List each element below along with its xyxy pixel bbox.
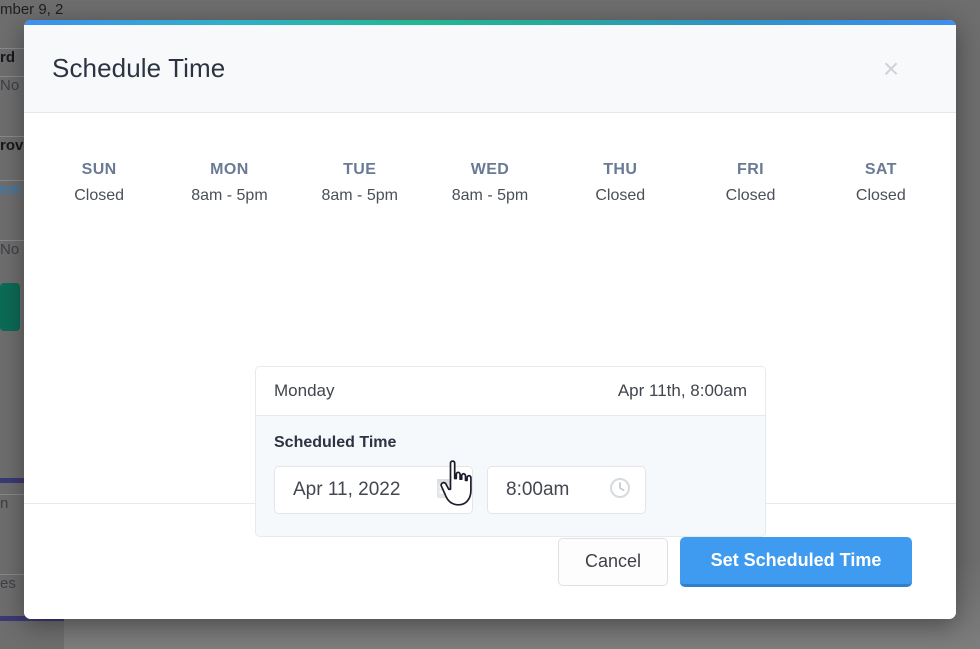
dialog-title: Schedule Time <box>52 53 226 83</box>
close-icon[interactable]: × <box>874 52 908 86</box>
day-column-thu: THU Closed <box>555 161 685 205</box>
schedule-time-dialog: Schedule Time × SUN Closed MON 8am - 5pm TUE… <box>24 20 956 619</box>
time-input[interactable]: 8:00am <box>487 466 646 514</box>
day-hours: 8am - 5pm <box>191 187 268 204</box>
date-input-value: Apr 11, 2022 <box>293 479 401 500</box>
scheduled-time-panel: Monday Apr 11th, 8:00am Scheduled Time A… <box>255 366 766 537</box>
day-name: THU <box>603 161 638 178</box>
date-time-field-row: Apr 11, 2022 8:00am <box>274 466 747 514</box>
day-hours: Closed <box>725 187 776 204</box>
day-hours: Closed <box>855 187 906 204</box>
day-column-fri: FRI Closed <box>685 161 815 205</box>
day-hours: Closed <box>595 187 646 204</box>
set-scheduled-time-button[interactable]: Set Scheduled Time <box>680 536 912 587</box>
page-root: mber 9, 2021 11:11 AM rdNorovemNones Sch… <box>0 0 980 649</box>
day-column-tue: TUE 8am - 5pm <box>295 161 425 205</box>
background-green-button[interactable] <box>0 283 20 331</box>
day-name: SUN <box>81 161 117 178</box>
scheduled-time-form: Scheduled Time Apr 11, 2022 8:00am <box>256 416 765 536</box>
clock-icon[interactable] <box>609 477 631 504</box>
scheduled-date-summary: Apr 11th, 8:00am <box>617 381 747 400</box>
day-hours: 8am - 5pm <box>321 187 398 204</box>
business-hours-week-strip: SUN Closed MON 8am - 5pm TUE 8am - 5pm WED 8am … <box>24 113 956 205</box>
background-timestamp: mber 9, 2021 11:11 AM <box>0 1 64 18</box>
day-name: FRI <box>737 161 765 178</box>
time-input-value: 8:00am <box>506 479 570 500</box>
scheduled-day-name: Monday <box>274 381 335 400</box>
day-name: TUE <box>343 161 377 178</box>
scheduled-time-summary-row: Monday Apr 11th, 8:00am <box>256 367 765 416</box>
cancel-button[interactable]: Cancel <box>558 537 668 586</box>
day-column-sat: SAT Closed <box>816 161 946 205</box>
day-hours: Closed <box>74 187 125 204</box>
scheduled-time-label: Scheduled Time <box>274 434 397 451</box>
dialog-header: Schedule Time × <box>24 25 956 113</box>
calendar-icon[interactable] <box>436 477 458 504</box>
day-column-wed: WED 8am - 5pm <box>425 161 555 205</box>
day-hours: 8am - 5pm <box>451 187 529 204</box>
day-name: MON <box>210 161 249 178</box>
day-name: SAT <box>864 161 897 178</box>
day-column-mon: MON 8am - 5pm <box>164 161 294 205</box>
day-name: WED <box>470 161 510 178</box>
date-input[interactable]: Apr 11, 2022 <box>274 466 473 514</box>
dialog-body: SUN Closed MON 8am - 5pm TUE 8am - 5pm WED 8am … <box>24 113 956 537</box>
day-column-sun: SUN Closed <box>34 161 164 205</box>
